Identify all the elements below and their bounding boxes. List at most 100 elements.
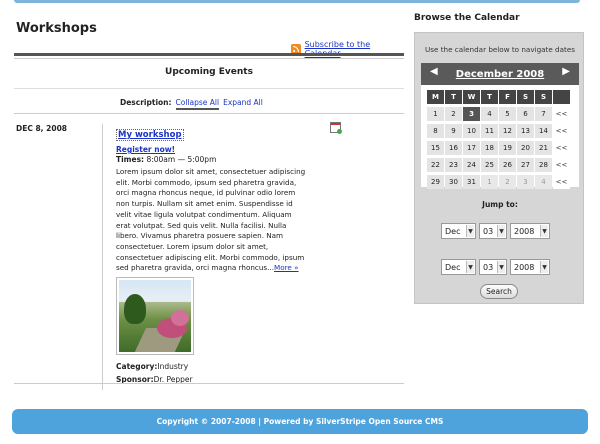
jump-to-row: Dec ▼ 03 ▼ 2008 ▼ <box>441 259 550 275</box>
calendar-day[interactable]: 25 <box>481 158 498 172</box>
jump-to-label: Jump to: <box>482 200 518 209</box>
register-link[interactable]: Register now! <box>116 145 346 154</box>
jump-from-month-select[interactable]: Dec ▼ <box>441 223 476 239</box>
jump-to-month-select[interactable]: Dec ▼ <box>441 259 476 275</box>
jump-to-day-select[interactable]: 03 ▼ <box>479 259 507 275</box>
calendar-month-link[interactable]: December 2008 <box>421 69 579 80</box>
calendar-day[interactable]: 31 <box>463 175 480 189</box>
calendar-weekday-header: F <box>499 90 516 104</box>
calendar-day[interactable]: 12 <box>499 124 516 138</box>
calendar-day-today[interactable]: 3 <box>463 107 480 121</box>
title-divider-thin <box>14 58 404 59</box>
chevron-down-icon: ▼ <box>497 225 505 237</box>
section-title: Upcoming Events <box>165 67 253 77</box>
calendar-weekday-header: W <box>463 90 480 104</box>
calendar-day[interactable]: 29 <box>427 175 444 189</box>
calendar-day[interactable]: 26 <box>499 158 516 172</box>
collapse-all-link[interactable]: Collapse All <box>175 98 220 110</box>
landscape-photo <box>119 280 191 353</box>
calendar-day[interactable]: 13 <box>517 124 534 138</box>
times-label: Times: <box>116 155 145 164</box>
expand-all-link[interactable]: Expand All <box>223 98 263 107</box>
calendar-week-select[interactable]: << <box>553 141 570 155</box>
event-image[interactable] <box>116 277 194 356</box>
calendar-weekday-header: M <box>427 90 444 104</box>
event-description: Lorem ipsum dolor sit amet, consectetuer… <box>116 167 306 274</box>
calendar-day[interactable]: 17 <box>463 141 480 155</box>
calendar-weekday-header: S <box>517 90 534 104</box>
calendar-day[interactable]: 14 <box>535 124 552 138</box>
calendar-day[interactable]: 1 <box>481 175 498 189</box>
times-value: 8:00am — 5:00pm <box>146 155 217 164</box>
calendar-day[interactable]: 30 <box>445 175 462 189</box>
sidebar-title: Browse the Calendar <box>414 13 520 23</box>
top-accent-bar <box>14 0 580 3</box>
title-divider <box>14 53 404 56</box>
chevron-down-icon: ▼ <box>540 225 548 237</box>
search-button[interactable]: Search <box>480 284 518 299</box>
calendar-day[interactable]: 24 <box>463 158 480 172</box>
category-value: Industry <box>157 362 189 372</box>
event-category: Category:Industry <box>116 362 346 371</box>
calendar-weekday-header <box>553 90 570 104</box>
section-divider <box>14 88 404 89</box>
calendar-weekday-header: S <box>535 90 552 104</box>
calendar-day[interactable]: 10 <box>463 124 480 138</box>
chevron-down-icon: ▼ <box>497 261 505 273</box>
calendar-day[interactable]: 18 <box>481 141 498 155</box>
event-divider-vertical <box>102 124 103 390</box>
calendar-day[interactable]: 6 <box>517 107 534 121</box>
calendar-day[interactable]: 11 <box>481 124 498 138</box>
description-toggle-bar: Description: Collapse All Expand All <box>120 98 263 110</box>
chevron-down-icon: ▼ <box>466 261 474 273</box>
calendar-header: ◀ December 2008 ▶ <box>421 63 579 85</box>
calendar-day[interactable]: 2 <box>445 107 462 121</box>
chevron-down-icon: ▼ <box>466 225 474 237</box>
description-label: Description: <box>120 98 172 107</box>
jump-to-year-select[interactable]: 2008 ▼ <box>510 259 550 275</box>
calendar-day[interactable]: 7 <box>535 107 552 121</box>
jump-from-year-select[interactable]: 2008 ▼ <box>510 223 550 239</box>
calendar-day[interactable]: 4 <box>481 107 498 121</box>
category-label: Category: <box>116 362 158 372</box>
calendar-day[interactable]: 15 <box>427 141 444 155</box>
page-title: Workshops <box>16 21 97 36</box>
calendar-week-select[interactable]: << <box>553 175 570 189</box>
event-title-link[interactable]: My workshop <box>116 129 184 141</box>
calendar-day[interactable]: 5 <box>499 107 516 121</box>
calendar-day[interactable]: 9 <box>445 124 462 138</box>
calendar-day[interactable]: 2 <box>499 175 516 189</box>
calendar-day[interactable]: 4 <box>535 175 552 189</box>
calendar-hint: Use the calendar below to navigate dates <box>424 45 576 54</box>
calendar-day[interactable]: 8 <box>427 124 444 138</box>
calendar-day[interactable]: 22 <box>427 158 444 172</box>
calendar-day[interactable]: 21 <box>535 141 552 155</box>
calendar-weekday-header: T <box>445 90 462 104</box>
jump-from-row: Dec ▼ 03 ▼ 2008 ▼ <box>441 223 550 239</box>
event-times: Times: 8:00am — 5:00pm <box>116 155 346 164</box>
toggle-divider <box>14 113 404 114</box>
calendar-day[interactable]: 19 <box>499 141 516 155</box>
event-bottom-divider <box>14 383 404 384</box>
calendar-day[interactable]: 3 <box>517 175 534 189</box>
footer: Copyright © 2007-2008 | Powered by Silve… <box>12 409 588 434</box>
calendar-day[interactable]: 28 <box>535 158 552 172</box>
calendar-week-select[interactable]: << <box>553 107 570 121</box>
event-date: DEC 8, 2008 <box>16 124 68 133</box>
mini-calendar: ◀ December 2008 ▶ M T W T F S S 1 2 3 4 5 6 7 << 8 9 10 11… <box>421 63 579 189</box>
calendar-day[interactable]: 23 <box>445 158 462 172</box>
calendar-day[interactable]: 1 <box>427 107 444 121</box>
more-link[interactable]: More » <box>274 263 299 272</box>
calendar-panel: Use the calendar below to navigate dates… <box>414 32 584 304</box>
event-description-text: Lorem ipsum dolor sit amet, consectetuer… <box>116 167 306 273</box>
calendar-day[interactable]: 27 <box>517 158 534 172</box>
calendar-week-select[interactable]: << <box>553 124 570 138</box>
calendar-day[interactable]: 20 <box>517 141 534 155</box>
calendar-weekday-header: T <box>481 90 498 104</box>
calendar-day[interactable]: 16 <box>445 141 462 155</box>
next-month-icon[interactable]: ▶ <box>562 66 570 77</box>
jump-from-day-select[interactable]: 03 ▼ <box>479 223 507 239</box>
calendar-grid: M T W T F S S 1 2 3 4 5 6 7 << 8 9 10 11 12 13 14 << 15 16 17 18 19… <box>427 90 570 189</box>
calendar-week-select[interactable]: << <box>553 158 570 172</box>
event-entry: My workshop Register now! Times: 8:00am … <box>116 122 346 384</box>
